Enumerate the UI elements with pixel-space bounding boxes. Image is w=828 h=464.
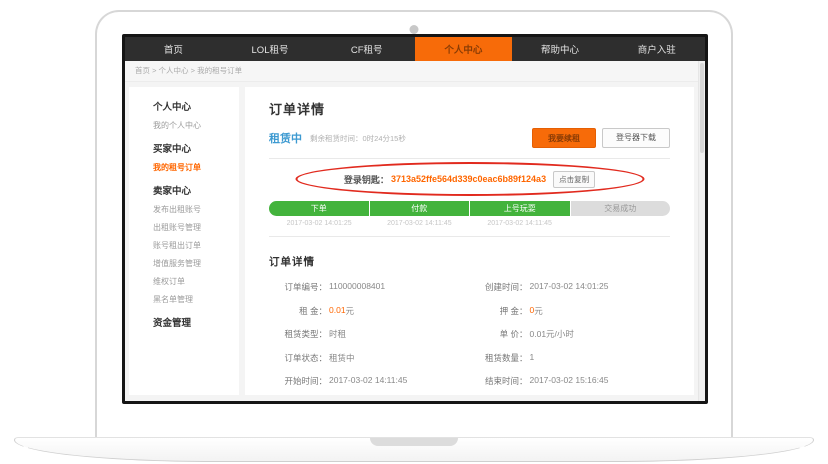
detail-value: 0.01元/小时	[530, 328, 574, 340]
progress-step-ordered: 下单	[269, 201, 369, 216]
detail-row-unit-price: 单 价： 0.01元/小时	[470, 328, 671, 340]
detail-label: 单 价：	[470, 328, 528, 340]
sidebar-item-publish-rental-account[interactable]: 发布出租账号	[153, 204, 239, 215]
detail-value: 110000008401	[329, 281, 385, 293]
renew-button[interactable]: 我要续租	[532, 128, 596, 148]
webcam-icon	[410, 25, 419, 34]
breadcrumb: 首页 > 个人中心 > 我的租号订单	[125, 61, 705, 82]
sidebar-item-my-rental-orders[interactable]: 我的租号订单	[153, 162, 239, 173]
detail-label: 押 金：	[470, 305, 528, 317]
progress-step-paid: 付款	[370, 201, 470, 216]
remaining-time-label: 剩余租赁时间：0时24分15秒	[310, 133, 406, 144]
detail-row-create-time: 创建时间： 2017-03-02 14:01:25	[470, 281, 671, 293]
status-badge: 租赁中	[269, 130, 302, 146]
login-key-row: 登录钥匙： 3713a52ffe564d339c0eac6b89f124a3 点…	[269, 163, 670, 195]
order-detail-panel: 订单详情 租赁中 剩余租赁时间：0时24分15秒 我要续租 登号器下载 登录钥匙…	[245, 87, 694, 395]
scrollbar-thumb[interactable]	[700, 63, 704, 153]
sidebar-item-value-added-services[interactable]: 增值服务管理	[153, 258, 239, 269]
nav-item-merchant-join[interactable]: 商户入驻	[608, 37, 705, 61]
laptop-notch	[370, 438, 458, 446]
detail-label: 创建时间：	[470, 281, 528, 293]
sidebar-header-personal-center: 个人中心	[153, 99, 239, 113]
progress-step-complete: 交易成功	[571, 201, 671, 216]
order-progress-bar: 下单 付款 上号玩耍 交易成功	[269, 201, 670, 216]
nav-item-cf-rent[interactable]: CF租号	[318, 37, 415, 61]
detail-label: 结束时间：	[470, 375, 528, 387]
scrollbar[interactable]	[698, 61, 705, 401]
details-left-column: 订单编号： 110000008401 租 金： 0.01 元 租赁类型： 时租	[269, 281, 470, 399]
sidebar: 个人中心 我的个人中心 买家中心 我的租号订单 卖家中心 发布出租账号 出租账号…	[129, 87, 239, 395]
login-key-value: 3713a52ffe564d339c0eac6b89f124a3	[391, 174, 546, 184]
detail-label: 开始时间：	[269, 375, 327, 387]
status-row: 租赁中 剩余租赁时间：0时24分15秒 我要续租 登号器下载	[269, 127, 670, 149]
page-title: 订单详情	[269, 99, 670, 118]
sidebar-header-funds-management: 资金管理	[153, 315, 239, 329]
detail-row-rent: 租 金： 0.01 元	[269, 305, 470, 317]
login-tool-download-button[interactable]: 登号器下载	[602, 128, 670, 148]
copy-button[interactable]: 点击复制	[553, 171, 595, 188]
sidebar-item-my-personal-center[interactable]: 我的个人中心	[153, 120, 239, 131]
laptop-base	[14, 437, 814, 462]
progress-timestamps: 2017-03-02 14:01:25 2017-03-02 14:11:45 …	[269, 220, 670, 227]
detail-amount: 0.01	[329, 305, 346, 317]
detail-label: 订单状态：	[269, 352, 327, 364]
detail-label: 租 金：	[269, 305, 327, 317]
sidebar-item-rental-account-management[interactable]: 出租账号管理	[153, 222, 239, 233]
divider	[269, 236, 670, 237]
detail-value: 时租	[329, 328, 346, 340]
laptop-screen: 首页 LOL租号 CF租号 个人中心 帮助中心 商户入驻 首页 > 个人中心 >…	[122, 34, 708, 404]
detail-value: 2017-03-02 15:16:45	[530, 375, 609, 387]
detail-row-rental-quantity: 租赁数量： 1	[470, 352, 671, 364]
laptop-mockup: 首页 LOL租号 CF租号 个人中心 帮助中心 商户入驻 首页 > 个人中心 >…	[0, 0, 828, 464]
details-section-title: 订单详情	[269, 254, 670, 269]
detail-value: 1	[530, 352, 535, 364]
detail-row-order-status: 订单状态： 租赁中	[269, 352, 470, 364]
detail-row-rental-type: 租赁类型： 时租	[269, 328, 470, 340]
sidebar-item-rights-protection-orders[interactable]: 维权订单	[153, 276, 239, 287]
detail-unit: 元	[534, 305, 543, 317]
remaining-time-value: 0时24分15秒	[363, 134, 406, 143]
progress-time-paid: 2017-03-02 14:11:45	[369, 220, 469, 227]
detail-row-order-number: 订单编号： 110000008401	[269, 281, 470, 293]
detail-unit: 元	[346, 305, 355, 317]
nav-item-help-center[interactable]: 帮助中心	[512, 37, 609, 61]
sidebar-item-blacklist-management[interactable]: 黑名单管理	[153, 294, 239, 305]
details-right-column: 创建时间： 2017-03-02 14:01:25 押 金： 0 元 单 价： …	[470, 281, 671, 399]
login-key-label: 登录钥匙：	[344, 173, 389, 186]
detail-value: 2017-03-02 14:01:25	[530, 281, 609, 293]
progress-step-playing: 上号玩耍	[470, 201, 570, 216]
website: 首页 LOL租号 CF租号 个人中心 帮助中心 商户入驻 首页 > 个人中心 >…	[125, 37, 705, 401]
top-nav: 首页 LOL租号 CF租号 个人中心 帮助中心 商户入驻	[125, 37, 705, 61]
detail-label: 租赁类型：	[269, 328, 327, 340]
nav-item-lol-rent[interactable]: LOL租号	[222, 37, 319, 61]
progress-time-complete	[570, 220, 670, 227]
detail-label: 订单编号：	[269, 281, 327, 293]
sidebar-item-account-rented-orders[interactable]: 账号租出订单	[153, 240, 239, 251]
progress-time-ordered: 2017-03-02 14:01:25	[269, 220, 369, 227]
nav-item-personal-center[interactable]: 个人中心	[415, 37, 512, 61]
detail-label: 租赁数量：	[470, 352, 528, 364]
remaining-time-caption: 剩余租赁时间：	[310, 134, 363, 143]
divider	[269, 158, 670, 159]
nav-item-home[interactable]: 首页	[125, 37, 222, 61]
detail-value: 2017-03-02 14:11:45	[329, 375, 407, 387]
detail-value: 租赁中	[329, 352, 355, 364]
detail-row-end-time: 结束时间： 2017-03-02 15:16:45	[470, 375, 671, 387]
sidebar-header-seller-center: 卖家中心	[153, 183, 239, 197]
progress-time-playing: 2017-03-02 14:11:45	[470, 220, 570, 227]
detail-row-deposit: 押 金： 0 元	[470, 305, 671, 317]
details-grid: 订单编号： 110000008401 租 金： 0.01 元 租赁类型： 时租	[269, 281, 670, 399]
detail-row-start-time: 开始时间： 2017-03-02 14:11:45	[269, 375, 470, 387]
sidebar-header-buyer-center: 买家中心	[153, 141, 239, 155]
